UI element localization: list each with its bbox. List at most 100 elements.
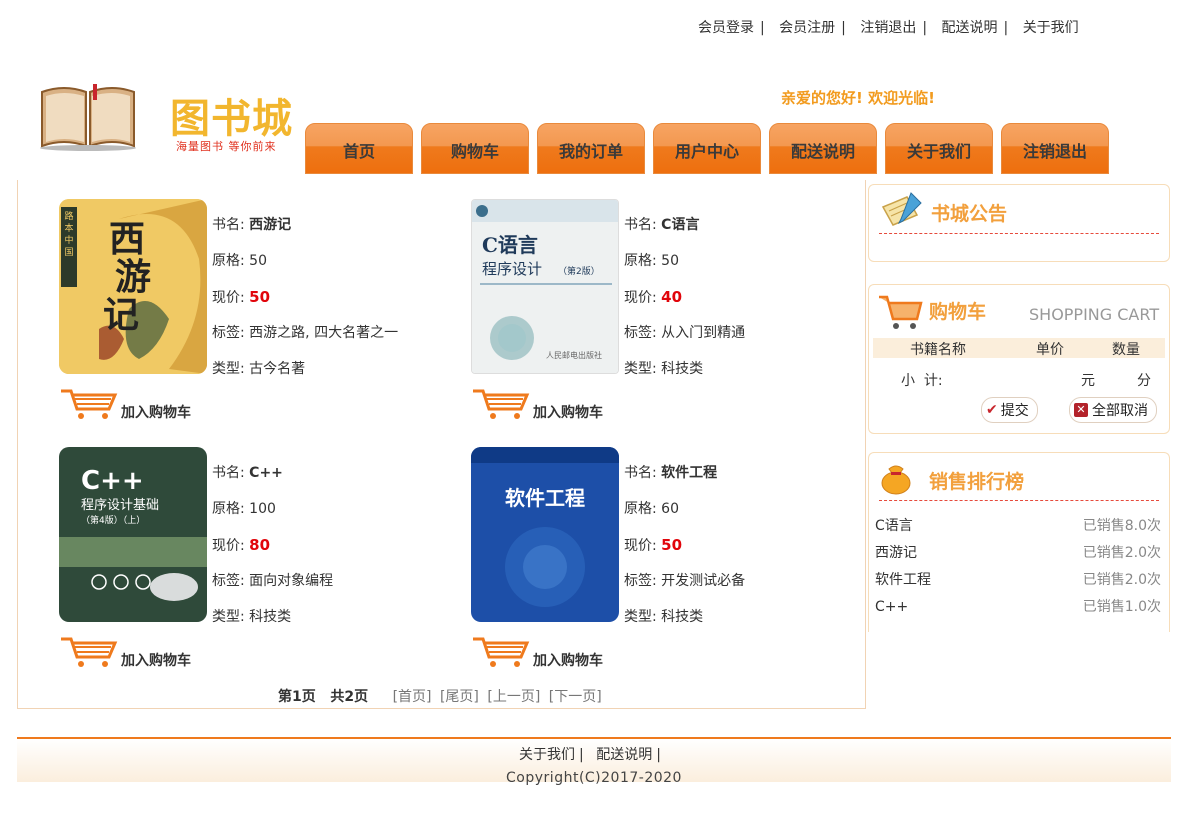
cart-icon (61, 637, 118, 667)
logo-slogan: 海量图书 等你前来 (176, 140, 277, 153)
book-tags: 从入门到精通 (661, 325, 746, 341)
svg-text:路: 路 (64, 210, 73, 222)
svg-text:C++: C++ (81, 466, 144, 496)
book-type: 科技类 (661, 609, 704, 625)
book-card: C语言 程序设计 （第2版） 人民邮电出版社 书名: C语言 原格: 50 现价… (471, 199, 871, 439)
open-book-icon (38, 82, 138, 152)
svg-text:（第4版）（上）: （第4版）（上） (81, 514, 145, 526)
svg-text:中: 中 (64, 234, 73, 246)
book-type: 古今名著 (249, 361, 306, 377)
cart-subtitle: SHOPPING CART (1029, 305, 1160, 324)
cart-icon (473, 389, 530, 419)
col-unit-price: 单价 (1036, 342, 1064, 358)
svg-text:本: 本 (64, 222, 73, 234)
book-orig-price: 60 (661, 501, 679, 517)
book-type: 科技类 (661, 361, 704, 377)
svg-text:国: 国 (64, 247, 73, 258)
cart-panel: 购物车 SHOPPING CART 书籍名称 单价 数量 小 计: 元 分 ✔ … (868, 284, 1170, 434)
book-name: 软件工程 (661, 465, 718, 481)
about-link[interactable]: 关于我们 (1023, 20, 1079, 36)
ranking-item[interactable]: 软件工程 已销售2.0次 (873, 567, 1165, 594)
prev-page-link[interactable]: [上一页] (487, 689, 540, 705)
cart-table-header: 书籍名称 单价 数量 (873, 338, 1165, 358)
footer-delivery-link[interactable]: 配送说明 (596, 747, 652, 763)
page-current: 第1页 共2页 (278, 689, 369, 705)
add-to-cart-label: 加入购物车 (121, 653, 191, 669)
ranking-panel: 销售排行榜 C语言 已销售8.0次 西游记 已销售2.0次 软件工程 已销售2.… (868, 452, 1170, 632)
book-now-price: 50 (661, 536, 683, 554)
pagination: 第1页 共2页 [首页] [尾页] [上一页] [下一页] (278, 686, 606, 706)
svg-text:游: 游 (115, 256, 151, 298)
book-cover[interactable]: C语言 程序设计 （第2版） 人民邮电出版社 (471, 199, 619, 374)
svg-text:（第2版）: （第2版） (558, 265, 600, 277)
book-name: C++ (249, 465, 283, 481)
logout-link[interactable]: 注销退出 (860, 20, 916, 36)
svg-text:记: 记 (103, 294, 139, 336)
nav-user-center[interactable]: 用户中心 (653, 123, 761, 174)
svg-text:西: 西 (109, 218, 145, 260)
notice-title: 书城公告 (931, 203, 1008, 225)
top-links: 会员登录 | 会员注册 | 注销退出 | 配送说明 | 关于我们 (698, 20, 1079, 36)
add-to-cart-label: 加入购物车 (533, 405, 603, 421)
add-to-cart-label: 加入购物车 (533, 653, 603, 669)
cancel-all-button[interactable]: ✕ 全部取消 (1069, 397, 1157, 423)
close-icon: ✕ (1074, 403, 1088, 417)
book-info: 书名: 西游记 原格: 50 现价: 50 标签: 西游之路, 四大名著之一 类… (212, 217, 399, 377)
add-to-cart-label: 加入购物车 (121, 405, 191, 421)
ranking-item[interactable]: 西游记 已销售2.0次 (873, 540, 1165, 567)
nav-about[interactable]: 关于我们 (885, 123, 993, 174)
notice-icon (877, 189, 925, 233)
book-cover[interactable]: 软件工程 (471, 447, 619, 622)
login-link[interactable]: 会员登录 (698, 20, 754, 36)
footer-links: 关于我们 | 配送说明 | (519, 747, 661, 763)
footer: 关于我们 | 配送说明 | Copyright(C)2017-2020 (17, 737, 1171, 786)
ranking-title: 销售排行榜 (929, 471, 1025, 493)
nav-cart[interactable]: 购物车 (421, 123, 529, 174)
book-type: 科技类 (249, 609, 292, 625)
book-orig-price: 50 (249, 253, 267, 269)
ranking-item[interactable]: C++ 已销售1.0次 (873, 594, 1165, 621)
svg-text:软件工程: 软件工程 (505, 486, 585, 510)
submit-button[interactable]: ✔ 提交 (981, 397, 1038, 423)
welcome-text: 亲爱的您好! 欢迎光临! (781, 89, 935, 107)
book-name: C语言 (661, 217, 700, 233)
ranking-item[interactable]: C语言 已销售8.0次 (873, 513, 1165, 540)
shopping-cart-icon (877, 291, 923, 335)
check-icon: ✔ (986, 402, 998, 418)
book-list: 路 本 中 国 西 游 记 书名: 西游记 原格: 50 现价: 50 标签: … (17, 180, 866, 709)
copyright: Copyright(C)2017-2020 (506, 770, 682, 786)
logo-title: 图书城 (170, 96, 293, 142)
nav-home[interactable]: 首页 (305, 123, 413, 174)
cart-title: 购物车 (929, 301, 987, 323)
book-orig-price: 100 (249, 501, 276, 517)
book-now-price: 50 (249, 288, 271, 306)
notice-panel: 书城公告 (868, 184, 1170, 262)
delivery-link[interactable]: 配送说明 (942, 20, 998, 36)
add-to-cart-button[interactable]: 加入购物车 (59, 629, 191, 669)
book-name: 西游记 (249, 217, 292, 233)
add-to-cart-button[interactable]: 加入购物车 (59, 381, 191, 421)
book-now-price: 80 (249, 536, 271, 554)
add-to-cart-button[interactable]: 加入购物车 (471, 381, 603, 421)
next-page-link[interactable]: [下一页] (549, 689, 602, 705)
cart-icon (473, 637, 530, 667)
cart-subtotal: 小 计: 元 分 (901, 373, 1151, 389)
svg-text:程序设计: 程序设计 (482, 260, 542, 278)
book-info: 书名: 软件工程 原格: 60 现价: 50 标签: 开发测试必备 类型: 科技… (624, 465, 746, 625)
book-card: C++ 程序设计基础 （第4版）（上） 书名: C++ 原格: 100 现价: … (59, 447, 459, 687)
register-link[interactable]: 会员注册 (779, 20, 835, 36)
book-info: 书名: C++ 原格: 100 现价: 80 标签: 面向对象编程 类型: 科技… (212, 465, 334, 625)
nav-delivery[interactable]: 配送说明 (769, 123, 877, 174)
nav-orders[interactable]: 我的订单 (537, 123, 645, 174)
last-page-link[interactable]: [尾页] (440, 689, 479, 705)
book-tags: 开发测试必备 (661, 573, 746, 589)
nav-logout[interactable]: 注销退出 (1001, 123, 1109, 174)
add-to-cart-button[interactable]: 加入购物车 (471, 629, 603, 669)
book-cover[interactable]: C++ 程序设计基础 （第4版）（上） (59, 447, 207, 622)
cart-icon (59, 385, 119, 421)
first-page-link[interactable]: [首页] (393, 689, 432, 705)
book-info: 书名: C语言 原格: 50 现价: 40 标签: 从入门到精通 类型: 科技类 (624, 217, 746, 377)
main-nav: 首页 购物车 我的订单 用户中心 配送说明 关于我们 注销退出 (305, 123, 1109, 174)
book-cover[interactable]: 路 本 中 国 西 游 记 (59, 199, 207, 374)
footer-about-link[interactable]: 关于我们 (519, 747, 575, 763)
